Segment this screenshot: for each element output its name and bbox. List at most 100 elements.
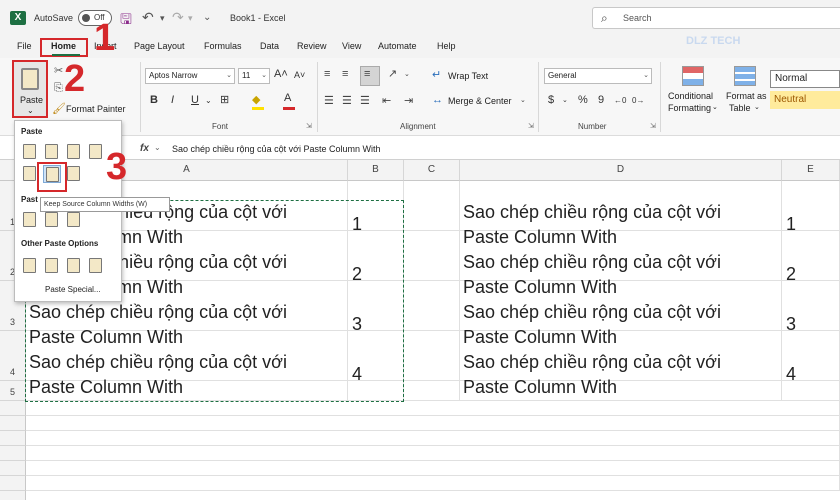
row-header[interactable] <box>0 431 26 446</box>
empty-row[interactable] <box>26 401 840 416</box>
style-normal[interactable]: Normal <box>770 70 840 88</box>
chevron-down-icon[interactable]: ⌄ <box>154 143 161 152</box>
increase-decimal-icon[interactable]: ←0 <box>614 96 626 105</box>
column-header-d[interactable]: D <box>460 160 782 181</box>
tab-data[interactable]: Data <box>260 41 279 51</box>
tab-view[interactable]: View <box>342 41 361 51</box>
row-header-5[interactable]: 5 <box>0 381 26 401</box>
chevron-down-icon[interactable]: ⌄ <box>205 96 212 105</box>
paste-values-number-formatting-icon[interactable] <box>43 211 61 229</box>
percent-button[interactable]: % <box>578 94 588 106</box>
transpose-icon[interactable] <box>65 165 83 183</box>
paste-values-source-formatting-icon[interactable] <box>65 211 83 229</box>
style-neutral[interactable]: Neutral <box>770 91 840 109</box>
decrease-decimal-icon[interactable]: 0→ <box>632 96 644 105</box>
align-left-icon[interactable]: ☰ <box>324 94 334 107</box>
borders-icon[interactable]: ⊞ <box>220 93 229 106</box>
copy-icon[interactable]: ⎘ <box>54 82 63 95</box>
tab-file[interactable]: File <box>17 41 32 51</box>
column-header-b[interactable]: B <box>348 160 404 181</box>
chevron-down-icon[interactable]: ⌄ <box>754 103 760 111</box>
customize-qat-icon[interactable]: ⌄ <box>203 12 211 23</box>
font-color-icon[interactable]: A <box>284 92 291 104</box>
empty-row[interactable] <box>26 416 840 431</box>
merge-center-icon[interactable]: ↔ <box>432 94 443 106</box>
row-header[interactable] <box>0 416 26 431</box>
keep-source-formatting-icon[interactable] <box>87 143 105 161</box>
format-as-table-icon[interactable] <box>734 66 756 86</box>
row-header[interactable] <box>0 491 26 500</box>
redo-icon[interactable]: ↷ <box>172 9 184 26</box>
redo-dropdown-icon[interactable]: ▾ <box>188 13 193 24</box>
format-painter-label[interactable]: Format Painter <box>66 104 126 114</box>
dialog-launcher-icon[interactable]: ⇲ <box>306 122 312 130</box>
align-right-icon[interactable]: ☰ <box>360 94 370 107</box>
increase-font-size-icon[interactable]: A˄ <box>274 68 288 80</box>
empty-row[interactable] <box>26 461 840 476</box>
tab-page-layout[interactable]: Page Layout <box>134 41 185 51</box>
decrease-indent-icon[interactable]: ⇤ <box>382 94 391 107</box>
undo-icon[interactable]: ↶ <box>142 9 154 26</box>
format-painter-icon[interactable]: 🖌 <box>52 102 66 115</box>
empty-row[interactable] <box>26 446 840 461</box>
cell-c4[interactable] <box>404 331 460 381</box>
align-middle-icon[interactable]: ≡ <box>342 68 348 80</box>
save-icon[interactable]: 🖫 <box>120 9 132 33</box>
tab-help[interactable]: Help <box>437 41 456 51</box>
cell-c5[interactable] <box>404 381 460 401</box>
currency-button[interactable]: $ <box>548 94 554 106</box>
dialog-launcher-icon[interactable]: ⇲ <box>650 122 656 130</box>
row-header[interactable] <box>0 401 26 416</box>
font-name-select[interactable]: Aptos Narrow ⌄ <box>145 68 235 84</box>
dialog-launcher-icon[interactable]: ⇲ <box>528 122 534 130</box>
paste-picture-icon[interactable] <box>65 257 83 275</box>
orientation-icon[interactable]: ↗ <box>388 67 397 80</box>
cell-c2[interactable] <box>404 231 460 281</box>
italic-button[interactable]: I <box>171 94 174 106</box>
number-format-select[interactable]: General ⌄ <box>544 68 652 84</box>
format-as-table-label-2[interactable]: Table <box>729 103 751 113</box>
cut-icon[interactable]: ✂ <box>54 64 63 77</box>
row-header[interactable] <box>0 461 26 476</box>
paste-formulas-icon[interactable] <box>43 143 61 161</box>
cell-c3[interactable] <box>404 281 460 331</box>
conditional-formatting-label-2[interactable]: Formatting <box>668 103 711 113</box>
chevron-down-icon[interactable]: ⌄ <box>520 96 526 104</box>
row-header-4[interactable]: 4 <box>0 331 26 381</box>
underline-button[interactable]: U <box>191 94 199 106</box>
font-size-select[interactable]: 11 ⌄ <box>238 68 270 84</box>
chevron-down-icon[interactable]: ⌄ <box>404 70 410 78</box>
row-header[interactable] <box>0 476 26 491</box>
align-center-icon[interactable]: ☰ <box>342 94 352 107</box>
wrap-text-icon[interactable]: ↵ <box>432 68 441 81</box>
paste-link-icon[interactable] <box>43 257 61 275</box>
formula-input[interactable]: Sao chép chiều rộng của cột với Paste Co… <box>172 144 381 154</box>
conditional-formatting-icon[interactable] <box>682 66 704 86</box>
fx-icon[interactable]: fx <box>140 143 149 154</box>
merge-center-label[interactable]: Merge & Center <box>448 96 512 106</box>
conditional-formatting-label-1[interactable]: Conditional <box>668 91 713 101</box>
fill-color-icon[interactable]: ◆ <box>252 93 260 106</box>
column-header-e[interactable]: E <box>782 160 840 181</box>
paste-button[interactable]: Paste ⌄ <box>12 60 48 118</box>
tab-review[interactable]: Review <box>297 41 327 51</box>
linked-picture-icon[interactable] <box>87 257 105 275</box>
empty-row[interactable] <box>26 431 840 446</box>
increase-indent-icon[interactable]: ⇥ <box>404 94 413 107</box>
empty-row[interactable] <box>26 476 840 491</box>
tab-formulas[interactable]: Formulas <box>204 41 242 51</box>
paste-values-icon[interactable] <box>21 211 39 229</box>
cell-c1[interactable] <box>404 181 460 231</box>
column-header-c[interactable]: C <box>404 160 460 181</box>
row-header[interactable] <box>0 446 26 461</box>
undo-dropdown-icon[interactable]: ▾ <box>160 13 165 24</box>
format-as-table-label-1[interactable]: Format as <box>726 91 767 101</box>
paste-formulas-number-formatting-icon[interactable] <box>65 143 83 161</box>
bold-button[interactable]: B <box>150 94 158 106</box>
comma-button[interactable]: 9 <box>598 94 604 106</box>
chevron-down-icon[interactable]: ⌄ <box>712 103 718 111</box>
tab-home[interactable]: Home <box>51 41 76 51</box>
decrease-font-size-icon[interactable]: A˅ <box>294 70 305 80</box>
tab-automate[interactable]: Automate <box>378 41 417 51</box>
paste-formatting-icon[interactable] <box>21 257 39 275</box>
